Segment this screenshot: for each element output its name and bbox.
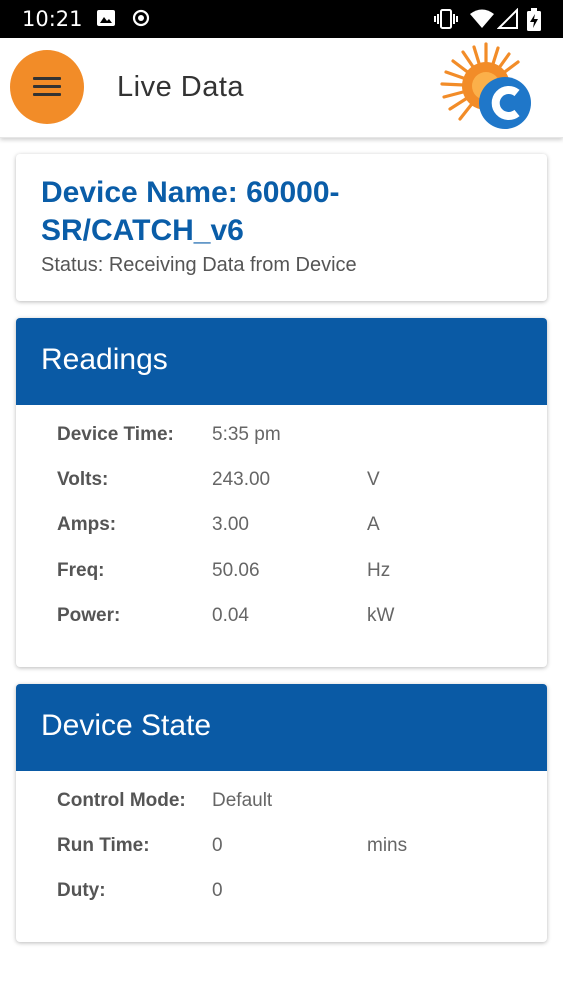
- vibrate-icon: [433, 8, 459, 35]
- reading-unit: V: [367, 469, 380, 490]
- reading-row-device-time: Device Time: 5:35 pm: [16, 424, 547, 454]
- reading-row-freq: Freq: 50.06 Hz: [16, 560, 547, 590]
- device-state-header: Device State: [16, 684, 547, 771]
- device-name: Device Name: 60000-SR/CATCH_v6: [41, 176, 340, 247]
- state-label: Control Mode:: [57, 790, 186, 811]
- state-row-duty: Duty: 0: [16, 880, 547, 910]
- device-state-card: Device State Control Mode: Default Run T…: [16, 684, 547, 942]
- device-card: Device Name: 60000-SR/CATCH_v6 Status: R…: [16, 154, 547, 301]
- reading-value: 243.00: [212, 469, 271, 490]
- page-title: Live Data: [117, 71, 245, 103]
- menu-button[interactable]: [10, 50, 84, 124]
- reading-label: Amps:: [57, 514, 117, 535]
- state-row-run-time: Run Time: 0 mins: [16, 835, 547, 865]
- reading-label: Device Time:: [57, 424, 174, 445]
- status-bar: 10:21: [0, 0, 563, 38]
- state-unit: mins: [367, 835, 408, 856]
- record-notification-icon: [131, 8, 151, 33]
- device-status: Status: Receiving Data from Device: [41, 254, 357, 276]
- reading-row-amps: Amps: 3.00 A: [16, 514, 547, 544]
- state-label: Duty:: [57, 880, 106, 901]
- wifi-icon: [470, 8, 494, 35]
- app-bar: Live Data: [0, 38, 563, 138]
- reading-row-power: Power: 0.04 kW: [16, 605, 547, 635]
- status-time: 10:21: [22, 7, 83, 31]
- reading-label: Power:: [57, 605, 121, 626]
- device-state-title: Device State: [41, 709, 212, 742]
- reading-value: 5:35 pm: [212, 424, 281, 445]
- cell-signal-icon: [496, 7, 519, 35]
- state-value: Default: [212, 790, 273, 811]
- reading-label: Freq:: [57, 560, 105, 581]
- battery-charging-icon: [526, 8, 542, 37]
- sun-c-logo-icon: [438, 40, 534, 132]
- reading-row-volts: Volts: 243.00 V: [16, 469, 547, 499]
- reading-value: 3.00: [212, 514, 249, 535]
- readings-header: Readings: [16, 318, 547, 405]
- reading-value: 0.04: [212, 605, 249, 626]
- readings-title: Readings: [41, 343, 168, 376]
- state-row-control-mode: Control Mode: Default: [16, 790, 547, 820]
- reading-unit: A: [367, 514, 380, 535]
- state-value: 0: [212, 835, 223, 856]
- image-notification-icon: [96, 8, 116, 33]
- state-label: Run Time:: [57, 835, 150, 856]
- state-value: 0: [212, 880, 223, 901]
- reading-value: 50.06: [212, 560, 260, 581]
- readings-card: Readings Device Time: 5:35 pm Volts: 243…: [16, 318, 547, 667]
- reading-unit: kW: [367, 605, 395, 626]
- reading-label: Volts:: [57, 469, 109, 490]
- reading-unit: Hz: [367, 560, 391, 581]
